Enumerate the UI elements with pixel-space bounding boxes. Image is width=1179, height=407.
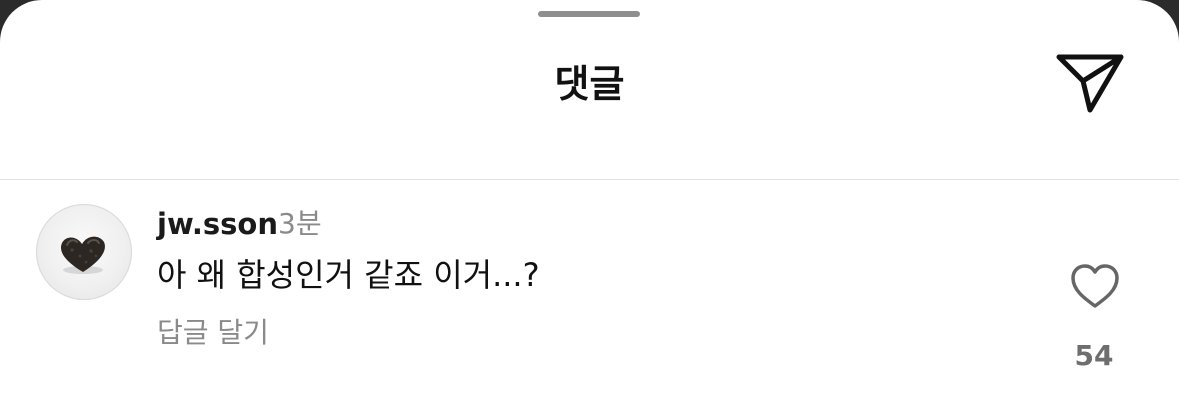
- comment-username[interactable]: jw.sson: [157, 206, 278, 242]
- app-screen: 댓글 jw.sson 3분 아 왜 합성인거 같죠 이거...? 답글 달기 5…: [0, 0, 1179, 407]
- share-button[interactable]: [1054, 52, 1126, 116]
- avatar[interactable]: [36, 204, 132, 300]
- like-count: 54: [1074, 339, 1114, 372]
- header-divider: [0, 179, 1179, 180]
- comment-timestamp: 3분: [278, 207, 322, 240]
- comments-sheet: 댓글 jw.sson 3분 아 왜 합성인거 같죠 이거...? 답글 달기 5…: [0, 0, 1179, 407]
- paper-plane-icon: [1056, 54, 1124, 113]
- comment-text: 아 왜 합성인거 같죠 이거...?: [157, 256, 540, 294]
- sheet-drag-handle[interactable]: [538, 11, 640, 17]
- heart-shaped-food-avatar: [60, 236, 105, 274]
- sheet-title: 댓글: [554, 62, 625, 106]
- heart-outline-icon: [1071, 264, 1119, 308]
- reply-button[interactable]: 답글 달기: [157, 314, 269, 352]
- like-button[interactable]: [1068, 262, 1122, 310]
